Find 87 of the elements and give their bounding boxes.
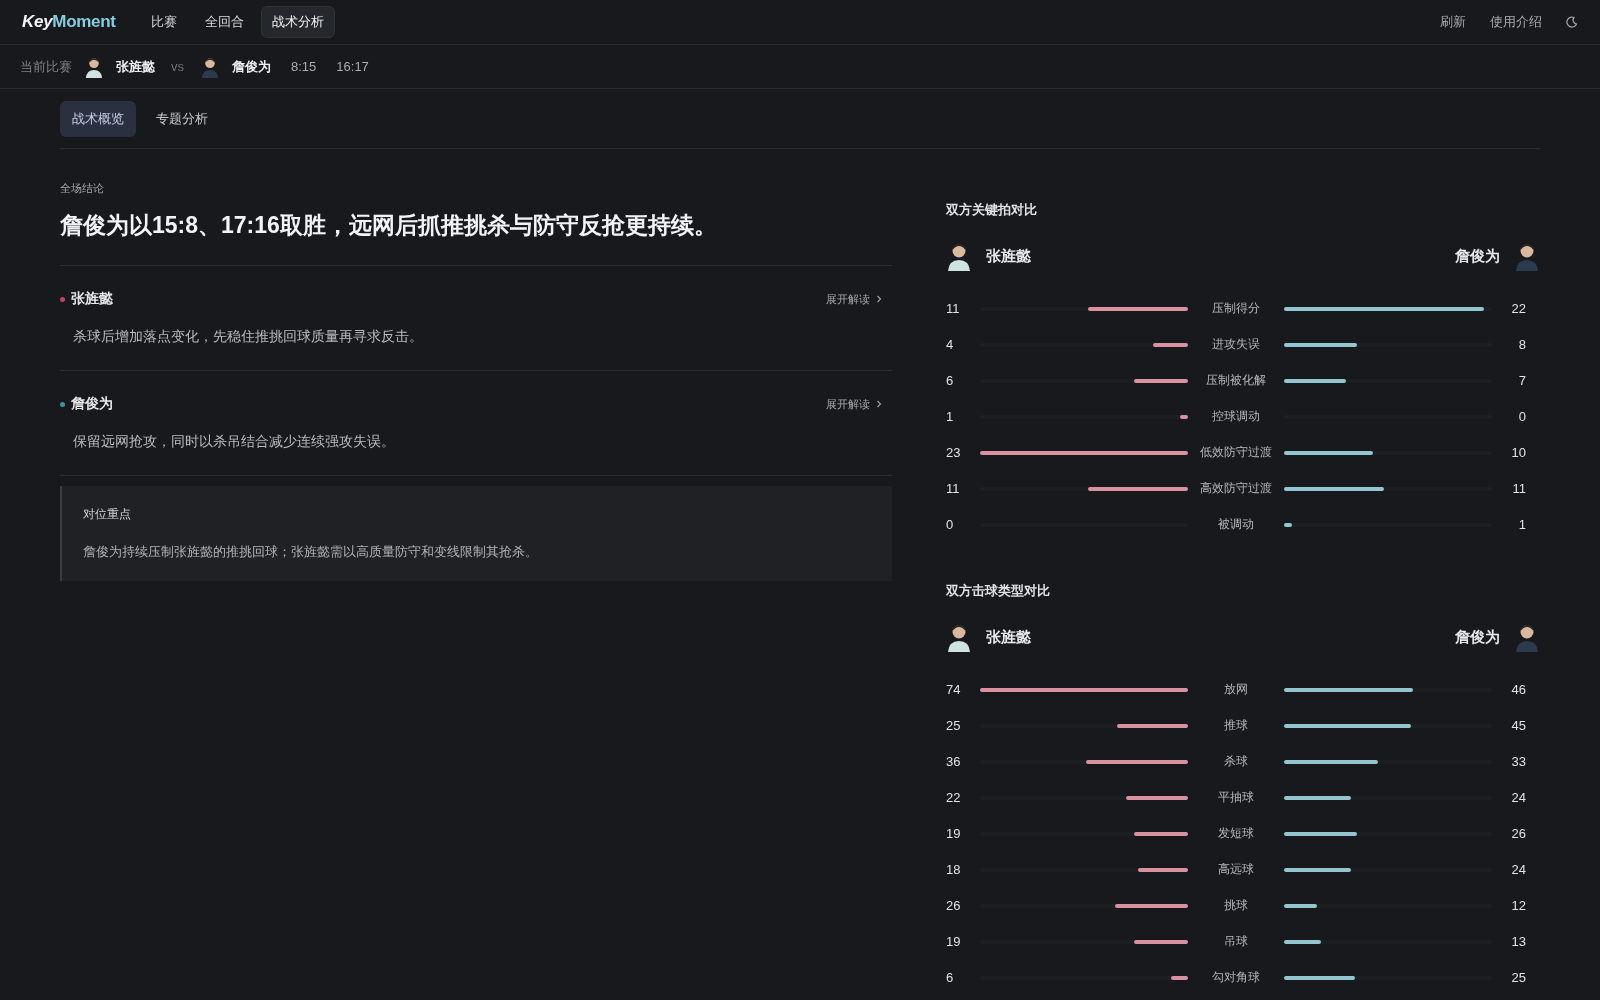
header-link[interactable]: 刷新 [1440, 13, 1466, 31]
stat-label: 压制得分 [1211, 300, 1261, 317]
avatar-icon [1514, 241, 1540, 271]
stat-value: 23 [946, 445, 962, 460]
player-name: 詹俊为 [232, 57, 271, 76]
focus-text: 詹俊为持续压制张旌懿的推挑回球；张旌懿需以高质量防守和变线限制其抢杀。 [83, 543, 539, 561]
stat-value: 1 [946, 409, 955, 424]
stat-label: 推球 [1223, 717, 1249, 734]
stat-value: 18 [946, 862, 962, 877]
vs-label: vs [171, 59, 184, 74]
avatar-icon [946, 241, 972, 271]
stat-value: 6 [946, 970, 955, 985]
sub-tab[interactable]: 专题分析 [144, 101, 220, 137]
stat-value: 12 [1510, 898, 1526, 913]
nav-tab[interactable]: 比赛 [139, 6, 188, 38]
stat-label: 发短球 [1217, 825, 1255, 842]
player-name: 张旌懿 [986, 627, 1031, 647]
stat-label: 挑球 [1223, 897, 1249, 914]
section-title: 双方关键拍对比 [946, 201, 1038, 219]
stat-label: 进攻失误 [1211, 336, 1261, 353]
stat-value: 46 [1510, 682, 1526, 697]
nav-tab[interactable]: 全回合 [193, 6, 255, 38]
avatar-icon [946, 622, 972, 652]
stat-label: 吊球 [1223, 933, 1249, 950]
stat-value: 10 [1510, 445, 1526, 460]
stat-value: 22 [946, 790, 962, 805]
stat-value: 8 [1517, 337, 1526, 352]
stat-label: 低效防守过渡 [1199, 444, 1273, 461]
stat-value: 7 [1517, 373, 1526, 388]
stat-label: 压制被化解 [1205, 372, 1267, 389]
stat-value: 19 [946, 934, 962, 949]
insight-text: 杀球后增加落点变化，先稳住推挑回球质量再寻求反击。 [73, 328, 424, 346]
stat-value: 25 [946, 718, 962, 733]
stat-value: 19 [946, 826, 962, 841]
logo: KeyMoment [22, 12, 116, 32]
stat-label: 控球调动 [1211, 408, 1261, 425]
stat-value: 11 [946, 301, 961, 316]
player-name: 詹俊为 [1455, 246, 1500, 266]
focus-title: 对位重点 [83, 506, 132, 523]
expand-button[interactable]: 展开解读 [826, 396, 892, 412]
moon-icon[interactable] [1566, 16, 1578, 28]
avatar-icon [84, 55, 104, 78]
sub-tab[interactable]: 战术概览 [60, 101, 136, 137]
chevron-icon [876, 295, 882, 303]
section-title: 双方击球类型对比 [946, 582, 1051, 600]
game-score: 16:17 [336, 59, 369, 74]
section-label: 全场结论 [60, 181, 105, 196]
stat-value: 11 [1511, 481, 1526, 496]
chevron-icon [876, 400, 882, 408]
stat-label: 高效防守过渡 [1199, 480, 1273, 497]
stat-label: 被调动 [1217, 516, 1255, 533]
stat-value: 45 [1510, 718, 1526, 733]
player-name: 詹俊为 [1455, 627, 1500, 647]
insight-text: 保留远网抢攻，同时以杀吊结合减少连续强攻失误。 [73, 433, 396, 451]
stat-value: 1 [1517, 517, 1526, 532]
stat-value: 26 [946, 898, 962, 913]
stat-value: 6 [946, 373, 955, 388]
nav-tab[interactable]: 战术分析 [260, 6, 335, 38]
stat-value: 25 [1510, 970, 1526, 985]
stat-value: 22 [1510, 301, 1526, 316]
stat-value: 11 [946, 481, 961, 496]
stat-value: 26 [1510, 826, 1526, 841]
stat-value: 36 [946, 754, 962, 769]
stat-label: 高远球 [1217, 861, 1255, 878]
player-name: 张旌懿 [986, 246, 1031, 266]
player-name: 张旌懿 [116, 57, 155, 76]
avatar-icon [200, 55, 220, 78]
header-link[interactable]: 使用介绍 [1490, 13, 1542, 31]
stat-value: 74 [946, 682, 962, 697]
stat-label: 平抽球 [1217, 789, 1255, 806]
avatar-icon [1514, 622, 1540, 652]
game-score: 8:15 [291, 59, 317, 74]
stat-value: 0 [946, 517, 955, 532]
stat-value: 24 [1510, 790, 1526, 805]
stat-label: 杀球 [1223, 753, 1249, 770]
match-label: 当前比赛 [20, 57, 72, 76]
stat-value: 4 [946, 337, 955, 352]
stat-value: 13 [1510, 934, 1526, 949]
player-name: 詹俊为 [71, 395, 114, 413]
stat-value: 24 [1510, 862, 1526, 877]
expand-button[interactable]: 展开解读 [826, 291, 892, 307]
player-name: 张旌懿 [71, 290, 114, 308]
stat-label: 放网 [1223, 681, 1249, 698]
stat-value: 33 [1510, 754, 1526, 769]
stat-label: 勾对角球 [1211, 969, 1261, 986]
conclusion-headline: 詹俊为以15:8、17:16取胜，远网后抓推挑杀与防守反抢更持续。 [60, 210, 892, 266]
stat-value: 0 [1517, 409, 1526, 424]
